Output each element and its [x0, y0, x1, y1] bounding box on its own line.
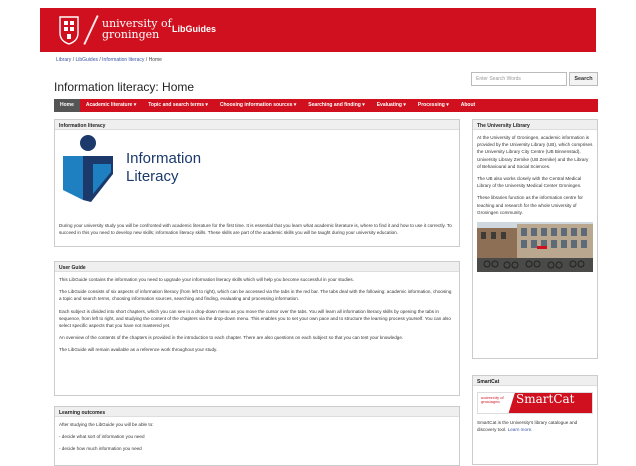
- panel-title: The University Library: [473, 120, 597, 130]
- outcome-item: - decide how much information you need: [59, 446, 142, 452]
- library-building-photo: [477, 222, 593, 273]
- libguides-home-link[interactable]: LibGuides: [172, 24, 216, 34]
- tab-processing[interactable]: Processing ▾: [412, 99, 455, 112]
- information-literacy-logo: Information Literacy: [59, 134, 455, 210]
- user-guide-panel: User Guide This LibGuide contains the in…: [54, 261, 460, 396]
- learn-more-link[interactable]: Learn more.: [508, 427, 533, 432]
- logo-word-literacy: Literacy: [126, 168, 179, 185]
- logo-word-information: Information: [126, 150, 202, 167]
- user-guide-paragraph: The LibGuide consists of six aspects of …: [59, 289, 452, 302]
- search-button[interactable]: Search: [569, 72, 598, 86]
- banner-logo-line-2: groningen: [481, 400, 500, 404]
- guide-tab-bar: Home Academic literature ▾ Topic and sea…: [54, 99, 598, 112]
- library-paragraph: The UB also works closely with the Centr…: [477, 176, 582, 189]
- tab-home[interactable]: Home: [54, 99, 80, 112]
- university-library-panel: The University Library At the University…: [472, 119, 598, 359]
- user-guide-paragraph: An overview of the contents of the chapt…: [59, 335, 404, 341]
- panel-title: Information literacy: [55, 120, 459, 130]
- library-paragraph: These libraries function as the informat…: [477, 195, 583, 215]
- logo-divider: [83, 15, 99, 45]
- library-paragraph: At the University of Groningen, academic…: [477, 135, 593, 169]
- information-literacy-panel: Information literacy Information Literac…: [54, 119, 460, 247]
- tab-searching-finding[interactable]: Searching and finding ▾: [302, 99, 370, 112]
- smartcat-panel: SmartCat university of groningen SmartCa…: [472, 375, 598, 465]
- breadcrumb-guide[interactable]: Information literacy: [102, 57, 144, 63]
- smartcat-banner[interactable]: university of groningen SmartCat: [477, 392, 593, 414]
- breadcrumb-current: Home: [148, 57, 162, 63]
- search-input[interactable]: Enter Search Words: [471, 72, 567, 86]
- user-guide-paragraph: Each subject is divided into short chapt…: [59, 308, 451, 329]
- page-title: Information literacy: Home: [54, 80, 195, 94]
- user-guide-paragraph: The LibGuide will remain available as a …: [59, 347, 218, 353]
- site-header: university of groningen LibGuides: [40, 8, 596, 52]
- tab-academic-literature[interactable]: Academic literature ▾: [80, 99, 142, 112]
- smartcat-banner-text: SmartCat: [516, 392, 575, 406]
- tab-topic-search-terms[interactable]: Topic and search terms ▾: [142, 99, 214, 112]
- learning-outcomes-panel: Learning outcomes After studying the Lib…: [54, 406, 460, 466]
- breadcrumb-library[interactable]: Library: [56, 57, 71, 63]
- information-literacy-logo-icon: [63, 135, 113, 202]
- tab-evaluating[interactable]: Evaluating ▾: [371, 99, 412, 112]
- smartcat-description: SmartCat is the University's library cat…: [477, 419, 593, 433]
- user-guide-paragraph: This LibGuide contains the information y…: [59, 277, 354, 282]
- breadcrumb-libguides[interactable]: LibGuides: [75, 57, 98, 63]
- library-photo-illustration: [477, 222, 593, 273]
- panel-title: Learning outcomes: [55, 407, 459, 417]
- outcome-item: - decide what sort of information you ne…: [59, 434, 145, 440]
- intro-text: During your university study you will be…: [59, 223, 452, 236]
- outcomes-intro: After studying the LibGuide you will be …: [59, 422, 154, 427]
- university-seal-icon[interactable]: [58, 15, 80, 45]
- tab-about[interactable]: About: [455, 99, 481, 112]
- brand-line-2: groningen: [102, 28, 160, 41]
- banner-logo-text: university of groningen: [481, 396, 504, 404]
- breadcrumb: Library / LibGuides / Information litera…: [56, 57, 162, 63]
- panel-title: SmartCat: [473, 376, 597, 386]
- university-logo-text[interactable]: university of groningen: [102, 18, 172, 40]
- panel-title: User Guide: [55, 262, 459, 272]
- tab-choosing-sources[interactable]: Choosing information sources ▾: [214, 99, 302, 112]
